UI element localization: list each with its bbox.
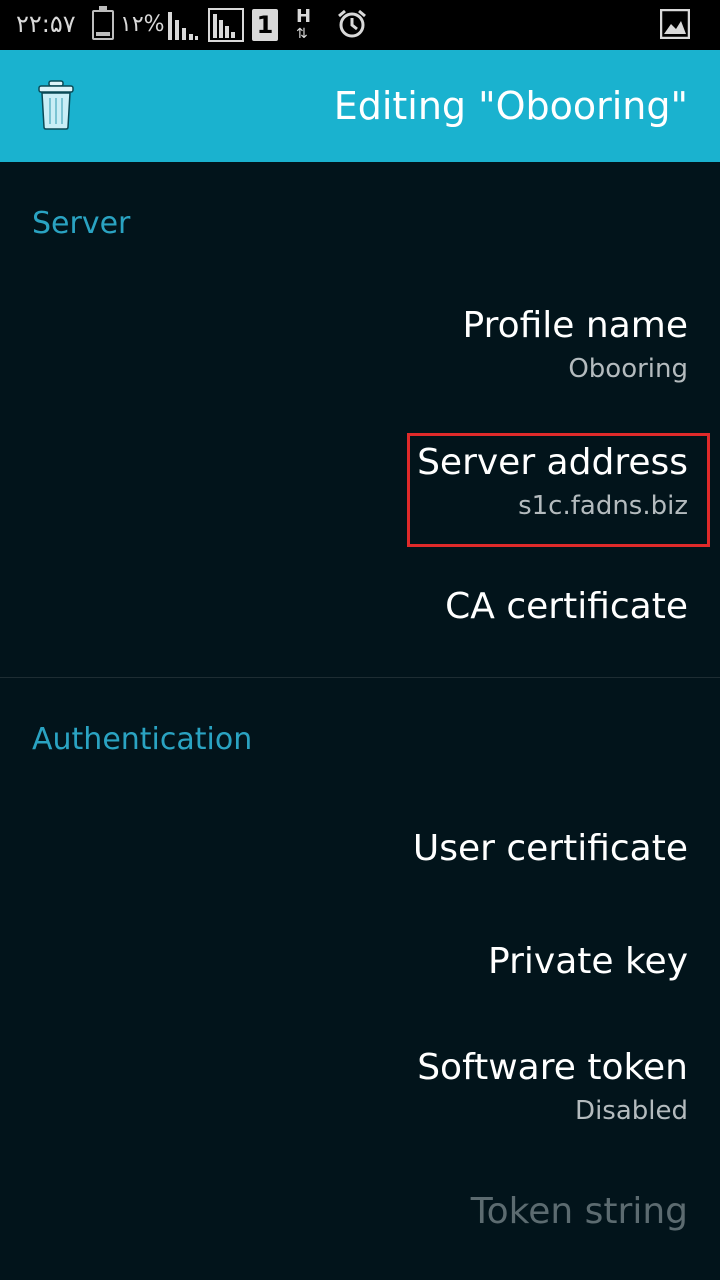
app-bar: Editing "Obooring" — [0, 50, 720, 162]
pref-summary: Obooring — [568, 354, 688, 384]
pref-title: CA certificate — [445, 586, 688, 627]
status-bar: ۲۲:۵۷ ۱۲% 1 H ⇅ — [0, 0, 720, 50]
pref-summary: Disabled — [575, 1096, 688, 1126]
signal-strength-2-icon — [208, 8, 244, 42]
pref-summary: s1c.fadns.biz — [518, 491, 688, 521]
pref-title: User certificate — [412, 828, 688, 869]
signal-strength-icon — [168, 12, 198, 40]
pref-title: Profile name — [462, 305, 688, 346]
section-divider — [0, 677, 720, 678]
pref-software-token[interactable]: Software token Disabled — [0, 1047, 720, 1126]
pref-token-string: Token string — [0, 1191, 720, 1232]
gallery-notification-icon — [660, 9, 690, 39]
status-time: ۲۲:۵۷ — [16, 10, 76, 38]
pref-user-certificate[interactable]: User certificate — [0, 828, 720, 869]
pref-server-address[interactable]: Server address s1c.fadns.biz — [0, 442, 720, 521]
pref-ca-certificate[interactable]: CA certificate — [0, 586, 720, 627]
section-header-authentication: Authentication — [32, 722, 253, 757]
pref-title: Private key — [488, 941, 688, 982]
pref-title: Software token — [417, 1047, 688, 1088]
pref-profile-name[interactable]: Profile name Obooring — [0, 305, 720, 384]
network-type-icon: H — [296, 6, 312, 27]
pref-title: Token string — [470, 1191, 688, 1232]
data-activity-icon: ⇅ — [296, 26, 308, 42]
delete-trash-icon[interactable] — [36, 80, 76, 130]
pref-title: Server address — [417, 442, 688, 483]
page-title: Editing "Obooring" — [333, 84, 688, 128]
sim-slot-icon: 1 — [252, 9, 278, 41]
battery-percent: ۱۲% — [120, 12, 165, 37]
battery-icon — [92, 6, 114, 40]
alarm-clock-icon — [338, 9, 366, 38]
section-header-server: Server — [32, 206, 131, 241]
pref-private-key[interactable]: Private key — [0, 941, 720, 982]
